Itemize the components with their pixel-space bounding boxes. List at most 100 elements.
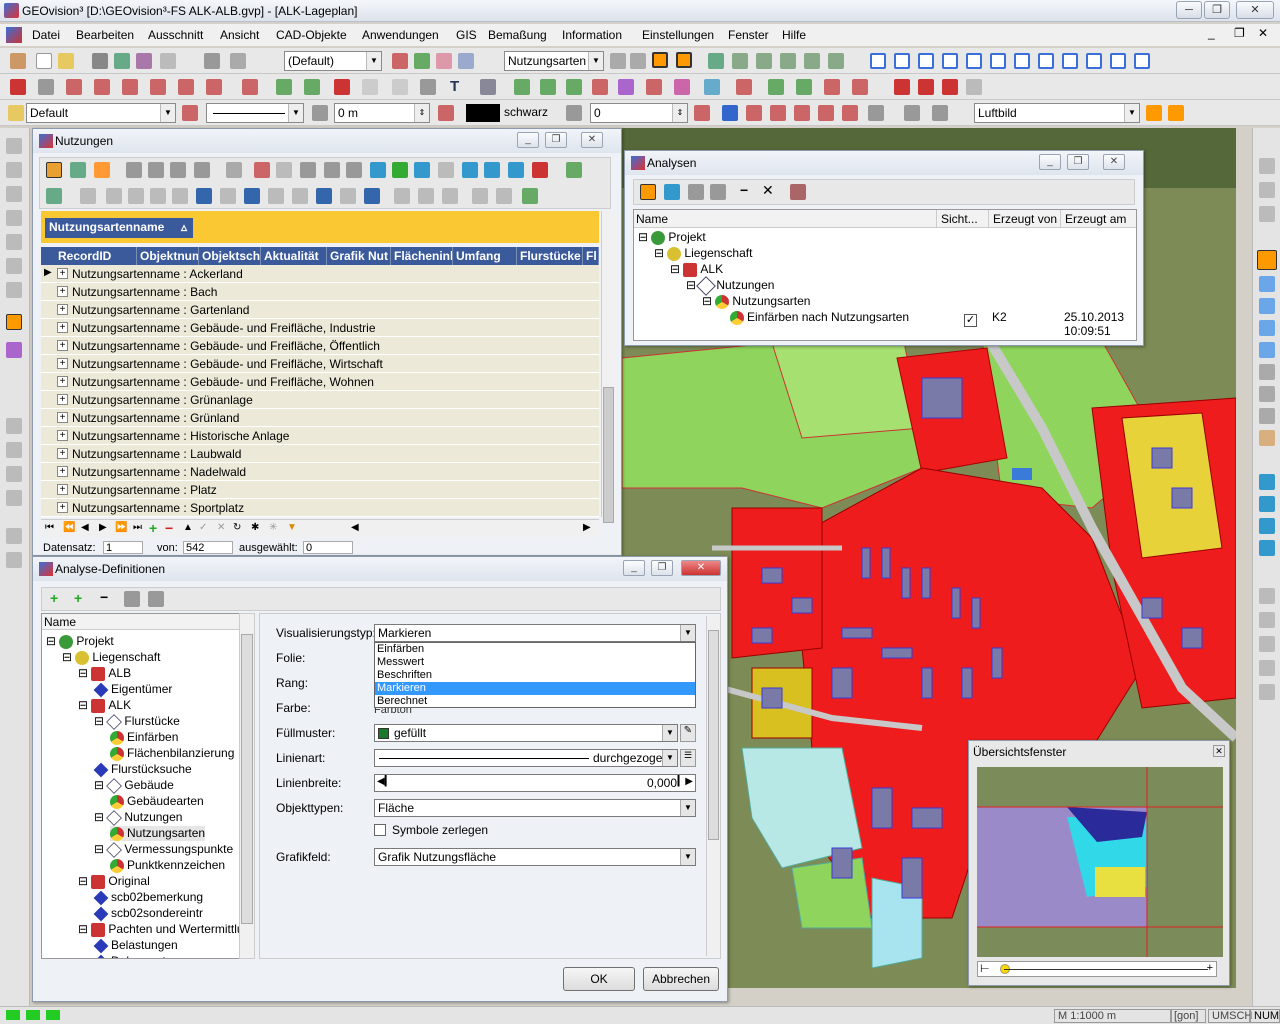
eraser-icon[interactable] <box>160 53 176 69</box>
attr2-icon[interactable] <box>722 105 738 121</box>
menu-hilfe[interactable]: Hilfe <box>782 28 806 42</box>
row2-tool13-icon[interactable] <box>340 188 356 204</box>
doc-icon[interactable] <box>6 27 22 43</box>
option-markieren[interactable]: Markieren <box>375 682 695 695</box>
printer-icon[interactable] <box>204 53 220 69</box>
col-grafik[interactable]: Grafik Nut <box>327 247 391 265</box>
grid-row[interactable]: + Nutzungsartenname : Sportplatz <box>41 499 599 517</box>
visible-checkbox[interactable]: ✓ <box>964 314 977 327</box>
magnifier2-icon[interactable] <box>1259 386 1275 402</box>
row2-tool4-icon[interactable] <box>128 188 144 204</box>
style-edit-icon[interactable] <box>182 105 198 121</box>
overview-close-button[interactable]: ✕ <box>1213 745 1225 757</box>
rt-tool2-icon[interactable] <box>1259 182 1275 198</box>
lt-tool5-icon[interactable] <box>6 234 22 250</box>
delete1-icon[interactable] <box>894 79 910 95</box>
inner-close[interactable]: ✕ <box>1258 26 1268 40</box>
mod8-icon[interactable] <box>704 79 720 95</box>
maximize-button[interactable]: ❐ <box>1204 1 1230 19</box>
measure-icon[interactable] <box>276 79 292 95</box>
print3-icon[interactable] <box>346 162 362 178</box>
row2-tool19-icon[interactable] <box>496 188 512 204</box>
info11-icon[interactable] <box>1110 53 1126 69</box>
form-vscroll-thumb[interactable] <box>708 630 719 840</box>
export7-icon[interactable] <box>508 162 524 178</box>
zoom-all-icon[interactable] <box>1259 320 1275 336</box>
inner-restore[interactable]: ❐ <box>1234 26 1245 40</box>
definition-tree-item[interactable]: Gebäudearten <box>110 794 204 809</box>
row2-tool10-icon[interactable] <box>268 188 284 204</box>
nav-prev-page-icon[interactable]: ⏪ <box>63 522 75 533</box>
grid-vscroll-thumb[interactable] <box>603 387 614 523</box>
col-erzeugt-am[interactable]: Erzeugt am <box>1060 210 1130 228</box>
grid-tool6-icon[interactable] <box>170 162 186 178</box>
grid-icon[interactable] <box>480 79 496 95</box>
col-objektsch[interactable]: Objektsch <box>199 247 261 265</box>
layers-icon[interactable] <box>392 53 408 69</box>
color-swatch[interactable] <box>466 104 500 122</box>
expander-icon[interactable]: ⊟ <box>78 922 91 936</box>
lt-tool10-icon[interactable] <box>6 442 22 458</box>
grid-row[interactable]: + Nutzungsartenname : Gartenland <box>41 301 599 319</box>
tree-alk[interactable]: ⊟ ALK <box>670 262 723 277</box>
col-recordid[interactable]: RecordID <box>55 247 137 265</box>
grid-row[interactable]: + Nutzungsartenname : Gebäude- und Freifl… <box>41 319 599 337</box>
edit2-icon[interactable] <box>362 79 378 95</box>
info7-icon[interactable] <box>1014 53 1030 69</box>
magnifier-icon[interactable] <box>1259 364 1275 380</box>
attr4-icon[interactable] <box>770 105 786 121</box>
definition-tree-item[interactable]: Eigentümer <box>93 682 172 698</box>
draw-shape-icon[interactable] <box>206 79 222 95</box>
zoom-window-icon[interactable] <box>1257 250 1277 270</box>
overview-zoom-slider[interactable]: ⊢ + <box>977 961 1217 977</box>
nutzungen-restore-button[interactable]: ❐ <box>545 132 567 148</box>
col-flurstuecke[interactable]: Flurstücke <box>517 247 583 265</box>
expander-icon[interactable]: ⊟ <box>62 650 75 664</box>
col-objektnum[interactable]: Objektnum <box>137 247 199 265</box>
mod2-icon[interactable] <box>540 79 556 95</box>
menu-einstellungen[interactable]: Einstellungen <box>642 28 714 42</box>
cancel-button[interactable]: Abbrechen <box>643 967 719 991</box>
definition-tree-item[interactable]: ⊟ Gebäude <box>94 777 174 794</box>
snap4-icon[interactable] <box>780 53 796 69</box>
rt-tool7-icon[interactable] <box>1259 660 1275 676</box>
analysedef-minimize-button[interactable]: _ <box>623 560 645 576</box>
nav-delete-icon[interactable]: − <box>165 520 173 536</box>
lt-tool8-icon[interactable] <box>6 342 22 358</box>
tree-vscroll-thumb[interactable] <box>241 634 253 924</box>
menu-bemassung[interactable]: Bemaßung <box>488 28 547 42</box>
print1-icon[interactable] <box>300 162 316 178</box>
definition-tree-item[interactable]: Dokumente <box>93 954 172 958</box>
attr7-icon[interactable] <box>842 105 858 121</box>
mod9-icon[interactable] <box>736 79 752 95</box>
draw-circle-icon[interactable] <box>122 79 138 95</box>
globe1-icon[interactable] <box>1259 474 1275 490</box>
table-icon[interactable] <box>420 79 436 95</box>
info2-icon[interactable] <box>894 53 910 69</box>
definition-tree-item[interactable]: Belastungen <box>93 938 178 954</box>
zoom-prev-icon[interactable] <box>1259 342 1275 358</box>
analysen-restore-button[interactable]: ❐ <box>1067 154 1089 170</box>
grid-tool8-icon[interactable] <box>226 162 242 178</box>
pattern-edit-icon[interactable]: ✎ <box>680 724 696 742</box>
attr5-icon[interactable] <box>794 105 810 121</box>
nutzungen-minimize-button[interactable]: _ <box>517 132 539 148</box>
nav-last-icon[interactable]: ⏭ <box>133 522 142 533</box>
draw-poly-icon[interactable] <box>66 79 82 95</box>
linetype-edit-icon[interactable]: ☰ <box>680 749 696 767</box>
menu-fenster[interactable]: Fenster <box>728 28 769 42</box>
grid-tool4-icon[interactable] <box>126 162 142 178</box>
snap5-icon[interactable] <box>804 53 820 69</box>
row2-tool6-icon[interactable] <box>172 188 188 204</box>
edit-icon[interactable] <box>334 79 350 95</box>
lt-tool4-icon[interactable] <box>6 210 22 226</box>
analysedef-restore-button[interactable]: ❐ <box>651 560 673 576</box>
menu-datei[interactable]: Datei <box>32 28 60 42</box>
nav-next-icon[interactable]: ▶ <box>99 522 107 533</box>
nav-first-icon[interactable]: ⏮ <box>45 522 54 533</box>
binoculars-icon[interactable] <box>92 53 108 69</box>
tree-liegenschaft[interactable]: ⊟ Liegenschaft <box>654 246 752 261</box>
overview-map[interactable] <box>977 767 1223 957</box>
grid-row[interactable]: + Nutzungsartenname : Gebäude- und Freifl… <box>41 373 599 391</box>
color-tool-icon[interactable] <box>438 105 454 121</box>
